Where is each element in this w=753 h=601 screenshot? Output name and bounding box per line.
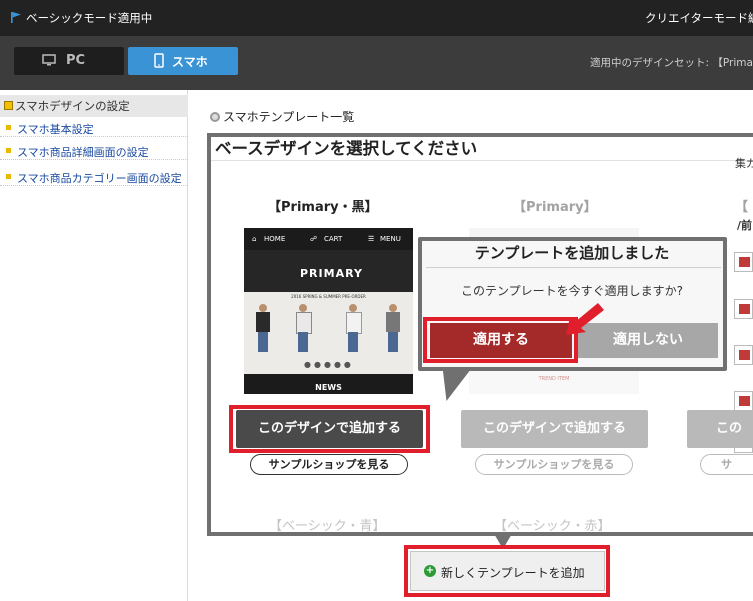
- add-new-template-button[interactable]: + 新しくテンプレートを追加: [410, 551, 605, 591]
- tab-smartphone[interactable]: スマホ: [128, 47, 238, 75]
- add-design-button[interactable]: このデザインで追加する: [461, 410, 648, 448]
- template-preview-primary-black[interactable]: ⌂ HOME ☍ CART ☰ MENU PRIMARY 2016 SPRING…: [244, 228, 413, 394]
- monitor-icon: [42, 54, 56, 66]
- bullet-icon: [6, 174, 11, 179]
- preview-caption: 2016 SPRING & SUMMER PRE-ORDER: [291, 294, 366, 299]
- preview-nav: ⌂ HOME ☍ CART ☰ MENU: [244, 228, 413, 250]
- template-name: 【ベーシック・青】: [269, 519, 386, 534]
- sidebar-item-product-detail[interactable]: スマホ商品詳細画面の設定: [0, 142, 188, 160]
- creator-mode-link[interactable]: クリエイターモード編: [645, 10, 753, 26]
- bullet-icon: [6, 148, 11, 153]
- flag-icon: [11, 12, 21, 23]
- view-sample-shop-button[interactable]: サンプルショップを見る: [250, 454, 408, 475]
- divider: [211, 160, 753, 161]
- modal-title: ベースデザインを選択してください: [215, 139, 478, 158]
- preview-caption: TREND ITEM: [538, 376, 570, 382]
- divider: [426, 267, 721, 268]
- bullet-icon: [6, 125, 11, 130]
- template-name: 【Primary・黒】: [268, 200, 378, 215]
- section-title: スマホテンプレート一覧: [210, 108, 354, 125]
- sidebar-item-label: スマホ商品カテゴリー画面の設定: [17, 172, 182, 185]
- tab-smartphone-label: スマホ: [172, 55, 208, 69]
- plus-icon: +: [424, 565, 436, 577]
- tab-pc-label: PC: [66, 53, 86, 68]
- menu-icon: ☰: [368, 235, 375, 243]
- radio-icon: [210, 112, 220, 122]
- popup-title: テンプレートを追加しました: [474, 244, 670, 262]
- cut-label: /前: [737, 219, 753, 232]
- pointer-arrow-icon: [566, 303, 604, 335]
- preview-nav-home: HOME: [264, 235, 286, 243]
- add-new-template-label: 新しくテンプレートを追加: [441, 566, 585, 580]
- cut-label: 集ガ: [735, 157, 753, 170]
- add-design-button[interactable]: この: [687, 410, 753, 448]
- carousel-dots-icon: ●●●●●: [304, 360, 354, 369]
- mode-label: ベーシックモード適用中: [26, 11, 153, 25]
- delete-icon[interactable]: [734, 391, 753, 411]
- preview-nav-cart: CART: [324, 235, 343, 243]
- cart-icon: ☍: [310, 235, 318, 243]
- sidebar-item-category[interactable]: スマホ商品カテゴリー画面の設定: [0, 168, 188, 186]
- top-header: ベーシックモード適用中 クリエイターモード編: [0, 0, 753, 36]
- sidebar-item-label: スマホ基本設定: [17, 123, 94, 136]
- popup-question: このテンプレートを今すぐ適用しますか?: [460, 284, 683, 298]
- add-design-button[interactable]: このデザインで追加する: [236, 410, 423, 448]
- delete-icon[interactable]: [734, 252, 753, 272]
- template-name: 【: [735, 200, 749, 215]
- sidebar-heading: スマホデザインの設定: [0, 95, 188, 117]
- design-set-label: 適用中のデザインセット: 【Primary: [590, 57, 753, 69]
- section-title-label: スマホテンプレート一覧: [223, 110, 355, 124]
- view-sample-shop-button[interactable]: サンプルショップを見る: [475, 454, 633, 475]
- preview-logo: PRIMARY: [300, 267, 363, 280]
- tab-pc[interactable]: PC: [14, 47, 124, 75]
- preview-nav-menu: MENU: [380, 235, 401, 243]
- preview-footer: NEWS: [244, 374, 413, 394]
- sidebar-heading-label: スマホデザインの設定: [15, 99, 130, 113]
- folder-icon: [4, 101, 13, 110]
- smartphone-icon: [154, 53, 164, 68]
- delete-icon[interactable]: [734, 345, 753, 365]
- apply-button[interactable]: 適用する: [430, 323, 572, 358]
- template-name: 【Primary】: [513, 200, 597, 215]
- view-sample-shop-button[interactable]: サ: [700, 454, 753, 475]
- sidebar-item-label: スマホ商品詳細画面の設定: [17, 146, 149, 159]
- delete-icon[interactable]: [734, 299, 753, 319]
- sidebar-item-basic[interactable]: スマホ基本設定: [0, 119, 188, 137]
- home-icon: ⌂: [252, 235, 257, 243]
- sidebar: [0, 90, 188, 601]
